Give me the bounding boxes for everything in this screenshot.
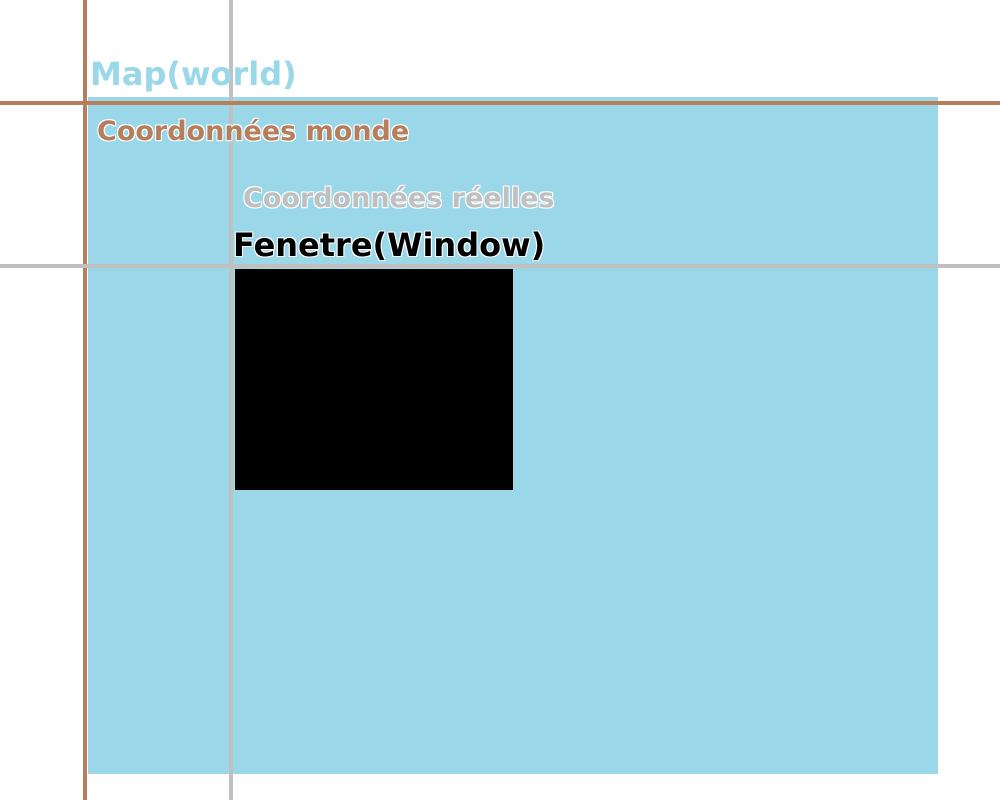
world-coordinates-label: Coordonnées monde <box>97 116 410 147</box>
real-axis-horizontal <box>0 264 1000 268</box>
world-axis-vertical <box>83 0 87 800</box>
window-label: Fenetre(Window) <box>233 226 546 264</box>
world-axis-horizontal <box>0 101 1000 105</box>
real-coordinates-label: Coordonnées réelles <box>243 183 555 214</box>
map-title: Map(world) <box>90 55 297 93</box>
window-rectangle <box>235 269 513 490</box>
